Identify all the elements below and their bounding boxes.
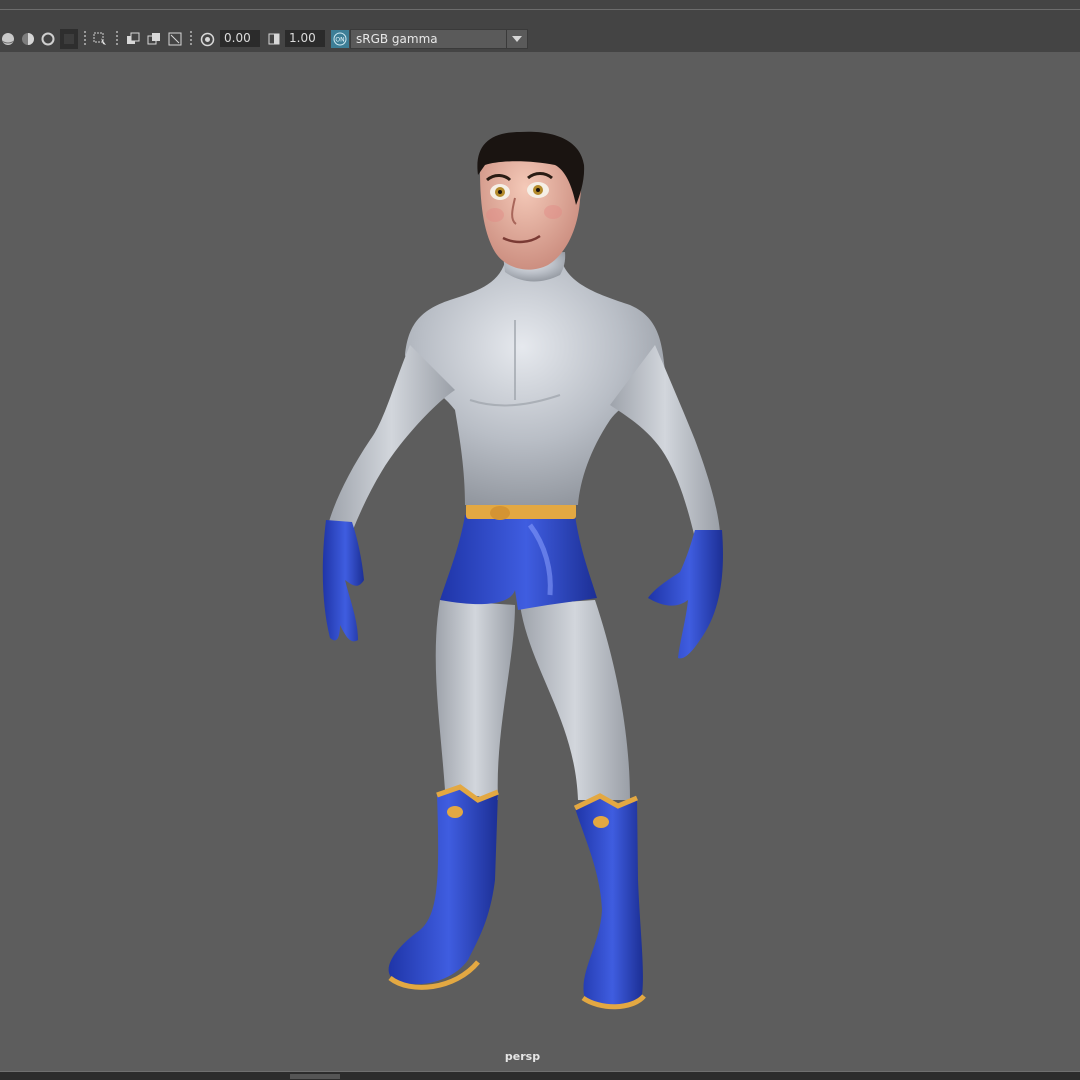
head (477, 131, 585, 270)
exposure-icon[interactable] (199, 29, 215, 49)
sphere-half-icon[interactable] (20, 29, 36, 49)
shorts (440, 515, 597, 610)
3d-viewport[interactable] (0, 52, 1080, 1072)
character-model (322, 131, 723, 1010)
gamma-icon[interactable] (266, 29, 282, 49)
left-boot (388, 784, 499, 990)
bottom-scrollbar[interactable] (0, 1071, 1080, 1080)
toolbar-separator (84, 31, 86, 47)
dropdown-arrow-icon (506, 30, 527, 48)
color-space-dropdown[interactable]: sRGB gamma (350, 29, 528, 49)
toolbar-separator (190, 31, 192, 47)
gamma-field[interactable]: 1.00 (285, 30, 325, 47)
isolate-select-icon[interactable] (125, 29, 141, 49)
color-mgmt-icon[interactable]: ON (330, 29, 349, 49)
svg-text:ON: ON (335, 37, 344, 44)
left-glove (322, 520, 364, 642)
belt (466, 503, 576, 520)
left-leg (435, 600, 515, 800)
viewport-toolbar: 0.00 1.00 ON sRGB gamma (0, 10, 1080, 52)
xray-icon[interactable] (146, 29, 162, 49)
select-cage-icon[interactable] (92, 29, 108, 49)
scroll-thumb[interactable] (290, 1074, 340, 1079)
grid-toggle-icon[interactable] (60, 29, 78, 49)
right-boot (573, 793, 646, 1010)
left-arm (328, 345, 455, 532)
frame-icon[interactable] (167, 29, 183, 49)
right-leg (520, 600, 630, 800)
menu-strip (0, 0, 1080, 10)
right-glove (648, 530, 723, 659)
camera-name-label: persp (504, 1050, 541, 1063)
exposure-field[interactable]: 0.00 (220, 30, 260, 47)
color-space-label: sRGB gamma (356, 32, 438, 46)
toolbar-row: 0.00 1.00 ON sRGB gamma (0, 29, 540, 51)
toolbar-separator (116, 31, 118, 47)
sphere-wire-icon[interactable] (40, 29, 56, 49)
sphere-shaded-icon[interactable] (0, 29, 16, 49)
